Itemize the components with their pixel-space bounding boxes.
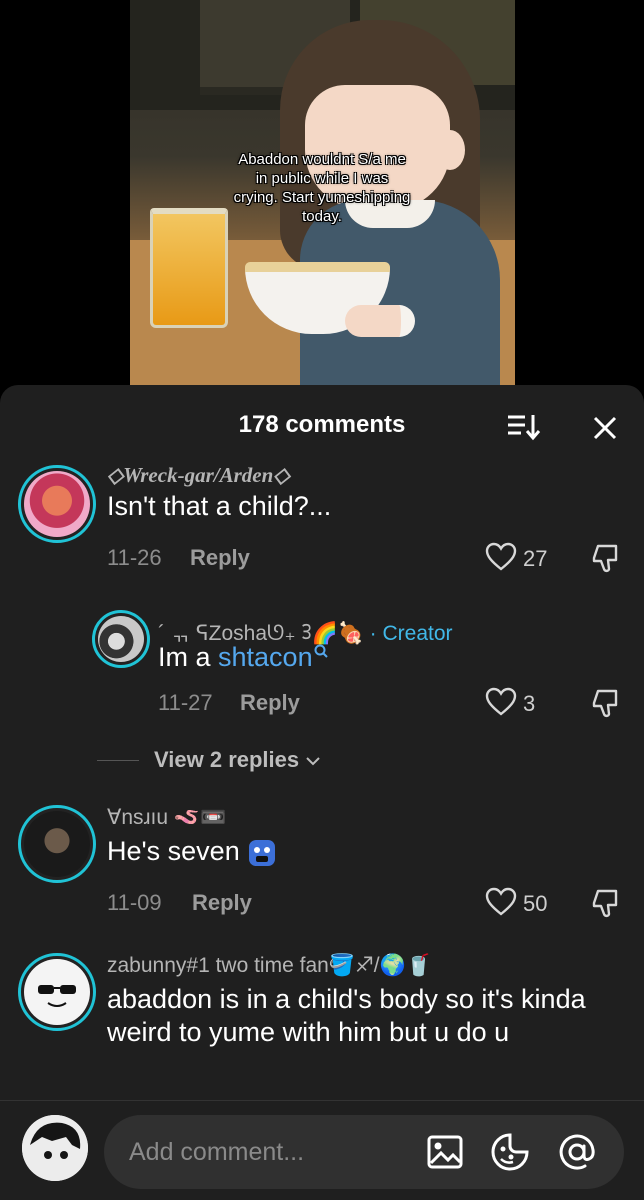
like-button[interactable]: 27 bbox=[485, 542, 565, 574]
character-ear bbox=[435, 130, 465, 170]
emoji-icon[interactable] bbox=[489, 1131, 531, 1173]
comment-item: zabunny#1 two time fan🪣♐/🌍🥤 abaddon is i… bbox=[0, 948, 644, 1098]
chevron-down-icon bbox=[306, 757, 320, 766]
dislike-icon[interactable] bbox=[590, 687, 624, 719]
comment-username[interactable]: ◇Wreck-gar/Arden◇ bbox=[107, 463, 289, 488]
divider bbox=[97, 760, 139, 761]
reply-button[interactable]: Reply bbox=[192, 890, 252, 916]
juice-glass bbox=[150, 208, 228, 328]
my-avatar bbox=[22, 1115, 88, 1181]
comment-text: Im a shtacon bbox=[158, 641, 329, 674]
comment-text-prefix: Im a bbox=[158, 642, 219, 672]
close-icon[interactable] bbox=[588, 411, 622, 445]
avatar[interactable] bbox=[18, 465, 96, 543]
video-caption: Abaddon wouldnt S/a me in public while I… bbox=[233, 151, 411, 225]
search-icon bbox=[314, 644, 328, 658]
comment-item: ◇Wreck-gar/Arden◇ Isn't that a child?...… bbox=[0, 460, 644, 585]
search-link[interactable]: shtacon bbox=[218, 642, 313, 672]
like-count: 27 bbox=[523, 546, 548, 571]
dislike-icon[interactable] bbox=[590, 542, 624, 574]
comment-date: 11-27 bbox=[158, 690, 213, 715]
comment-date: 11-26 bbox=[107, 545, 162, 570]
comment-text: He's seven bbox=[107, 835, 277, 868]
reply-button[interactable]: Reply bbox=[240, 690, 300, 716]
mention-icon[interactable] bbox=[556, 1131, 598, 1173]
comment-text: Isn't that a child?... bbox=[107, 491, 332, 521]
like-button[interactable]: 3 bbox=[485, 687, 555, 719]
comment-username[interactable]: Ɐnsɹıu 🪱📼 bbox=[107, 805, 226, 830]
like-count: 3 bbox=[523, 691, 536, 716]
view-replies-label: View 2 replies bbox=[154, 747, 321, 773]
comment-input-placeholder: Add comment... bbox=[129, 1138, 305, 1166]
video-player[interactable]: Abaddon wouldnt S/a me in public while I… bbox=[0, 0, 644, 400]
comment-username[interactable]: zabunny#1 two time fan🪣♐/🌍🥤 bbox=[107, 953, 432, 978]
avatar[interactable] bbox=[92, 610, 150, 668]
reply-item: ´ ᆩ ᕋZoshaᘎ₊ ᢃ🌈🍖 · Creator Im a shtacon … bbox=[0, 605, 644, 735]
avatar[interactable] bbox=[18, 805, 96, 883]
comment-text: abaddon is in a child's body so it's kin… bbox=[107, 984, 586, 1047]
comment-input-bar: Add comment... bbox=[0, 1100, 644, 1200]
heart-icon bbox=[485, 542, 517, 571]
like-count: 50 bbox=[523, 891, 548, 916]
reply-button[interactable]: Reply bbox=[190, 545, 250, 571]
monster-emoji-icon bbox=[249, 839, 276, 866]
avatar[interactable] bbox=[18, 953, 96, 1031]
sort-icon[interactable] bbox=[505, 411, 541, 443]
creator-badge: · Creator bbox=[369, 622, 453, 645]
heart-icon bbox=[485, 687, 517, 716]
image-icon[interactable] bbox=[424, 1131, 466, 1173]
comment-date: 11-09 bbox=[107, 890, 162, 915]
comment-input[interactable]: Add comment... bbox=[104, 1115, 624, 1189]
dislike-icon[interactable] bbox=[590, 887, 624, 919]
comments-count-title: 178 comments bbox=[238, 411, 406, 438]
like-button[interactable]: 50 bbox=[485, 887, 565, 919]
heart-icon bbox=[485, 887, 517, 916]
comments-sheet: 178 comments ◇Wreck-gar/Arden◇ Isn't tha… bbox=[0, 385, 644, 1200]
character-hand bbox=[345, 305, 415, 337]
comment-item: Ɐnsɹıu 🪱📼 He's seven 11-09 Reply 50 bbox=[0, 800, 644, 925]
comments-header: 178 comments bbox=[0, 385, 644, 465]
